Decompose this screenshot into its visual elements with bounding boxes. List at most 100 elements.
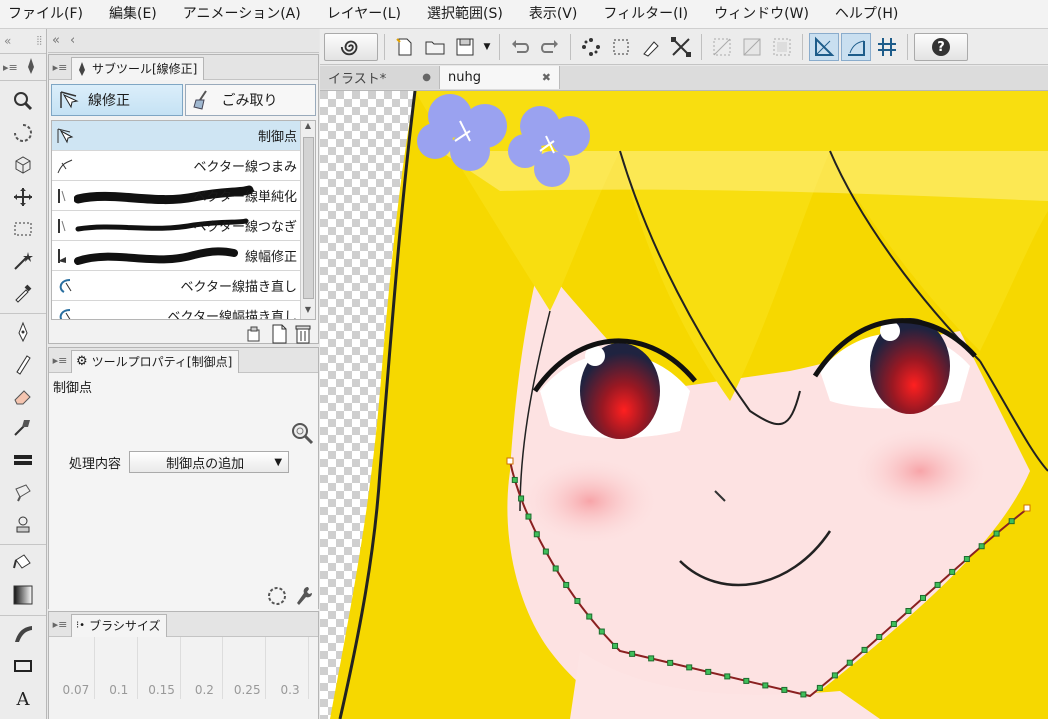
menu-grip-icon[interactable]: ▸≡ bbox=[49, 61, 71, 74]
scroll-thumb[interactable] bbox=[303, 137, 314, 299]
rotate-tool[interactable] bbox=[0, 117, 46, 149]
ruler-2-button[interactable] bbox=[738, 34, 766, 60]
subtool-item-vector-pinch[interactable]: ベクター線つまみ bbox=[52, 151, 315, 181]
control-point-handle[interactable] bbox=[963, 556, 970, 563]
menu-item[interactable]: アニメーション(A) bbox=[170, 0, 314, 28]
control-point-handle[interactable] bbox=[993, 530, 1000, 537]
stamp-tool[interactable] bbox=[0, 508, 46, 540]
move-tool[interactable] bbox=[0, 181, 46, 213]
ruler-tool[interactable] bbox=[0, 618, 46, 650]
magic-wand-tool[interactable] bbox=[0, 245, 46, 277]
control-point-handle[interactable] bbox=[934, 581, 941, 588]
control-point-handle[interactable] bbox=[905, 607, 912, 614]
clear-button[interactable] bbox=[577, 34, 605, 60]
brush-size-option[interactable]: 0.3 bbox=[272, 637, 310, 699]
brush-size-option[interactable]: 0.07 bbox=[58, 637, 95, 699]
bucket-tool[interactable] bbox=[0, 547, 46, 579]
collapse-icon[interactable]: « bbox=[4, 34, 11, 48]
collapse-icon[interactable]: « bbox=[52, 33, 60, 48]
subtool-item-line-width[interactable]: 線幅修正 bbox=[52, 241, 315, 271]
text-tool[interactable]: A bbox=[0, 682, 46, 714]
menu-grip-icon[interactable]: ▸≡ bbox=[49, 354, 71, 367]
control-point-handle[interactable] bbox=[686, 664, 693, 671]
brush-size-option[interactable]: 0.2 bbox=[186, 637, 224, 699]
pen-tool-icon[interactable] bbox=[24, 57, 38, 78]
save-dropdown[interactable]: ▼ bbox=[481, 34, 493, 60]
gradient-tool[interactable] bbox=[0, 579, 46, 611]
blend-tool[interactable] bbox=[0, 476, 46, 508]
control-point-handle[interactable] bbox=[563, 581, 570, 588]
group-line-correction[interactable]: 線修正 bbox=[51, 84, 183, 116]
menu-item[interactable]: フィルター(I) bbox=[590, 0, 701, 28]
shape-rect-tool[interactable] bbox=[0, 650, 46, 682]
control-point-handle[interactable] bbox=[876, 634, 883, 641]
control-point-handle[interactable] bbox=[890, 621, 897, 628]
pen-tool[interactable] bbox=[0, 316, 46, 348]
redo-button[interactable] bbox=[536, 34, 564, 60]
control-point-handle[interactable] bbox=[861, 646, 868, 653]
control-point-handle[interactable] bbox=[831, 672, 838, 679]
undo-button[interactable] bbox=[506, 34, 534, 60]
menu-item[interactable]: ヘルプ(H) bbox=[822, 0, 911, 28]
control-point-handle[interactable] bbox=[781, 686, 788, 693]
process-select[interactable]: 制御点の追加 ▼ bbox=[129, 451, 290, 473]
endpoint-handle[interactable] bbox=[506, 457, 514, 465]
new-button[interactable] bbox=[391, 34, 419, 60]
close-icon[interactable]: ✖ bbox=[542, 71, 551, 84]
control-point-handle[interactable] bbox=[518, 495, 525, 502]
control-point-handle[interactable] bbox=[629, 650, 636, 657]
endpoint-handle[interactable] bbox=[1023, 504, 1031, 512]
pencil-tool[interactable] bbox=[0, 348, 46, 380]
menu-item[interactable]: ウィンドウ(W) bbox=[701, 0, 822, 28]
subtool-item-vector-width-redraw[interactable]: ベクター線幅描き直し bbox=[52, 301, 315, 319]
rect-select-tool[interactable] bbox=[0, 213, 46, 245]
control-point-handle[interactable] bbox=[762, 682, 769, 689]
control-point-handle[interactable] bbox=[598, 628, 605, 635]
subtool-tab[interactable]: サブツール[線修正] bbox=[71, 56, 205, 80]
control-point-handle[interactable] bbox=[920, 594, 927, 601]
control-point-handle[interactable] bbox=[542, 548, 549, 555]
document-tab-illust[interactable]: イラスト* ● bbox=[320, 66, 440, 89]
canvas-area[interactable] bbox=[320, 91, 1048, 719]
control-point-handle[interactable] bbox=[612, 642, 619, 649]
snap-grid-button[interactable] bbox=[873, 34, 901, 60]
subtool-scrollbar[interactable]: ▲ ▼ bbox=[300, 121, 315, 319]
document-tab-nuhg[interactable]: nuhg ✖ bbox=[440, 66, 560, 89]
save-button[interactable] bbox=[451, 34, 479, 60]
subtool-item-control-point[interactable]: 制御点 bbox=[52, 121, 315, 151]
menu-item[interactable]: レイヤー(L) bbox=[314, 0, 414, 28]
clear-outside-button[interactable] bbox=[607, 34, 635, 60]
ruler-1-button[interactable] bbox=[708, 34, 736, 60]
new-subtool-icon[interactable] bbox=[270, 324, 288, 344]
control-point-handle[interactable] bbox=[800, 691, 807, 698]
control-point-handle[interactable] bbox=[816, 684, 823, 691]
control-point-handle[interactable] bbox=[705, 668, 712, 675]
control-point-handle[interactable] bbox=[743, 677, 750, 684]
brush-size-option[interactable]: 0.15 bbox=[144, 637, 181, 699]
copy-subtool-icon[interactable] bbox=[246, 325, 264, 343]
subtool-item-vector-join[interactable]: ベクター線つなぎ bbox=[52, 211, 315, 241]
control-point-handle[interactable] bbox=[552, 565, 559, 572]
control-point-handle[interactable] bbox=[586, 613, 593, 620]
brush-size-option[interactable]: 0.1 bbox=[101, 637, 138, 699]
control-point-handle[interactable] bbox=[978, 543, 985, 550]
menu-item[interactable]: 編集(E) bbox=[96, 0, 170, 28]
trash-icon[interactable] bbox=[294, 324, 312, 344]
control-point-handle[interactable] bbox=[533, 531, 540, 538]
open-button[interactable] bbox=[421, 34, 449, 60]
control-point-handle[interactable] bbox=[511, 476, 518, 483]
subtool-item-vector-redraw[interactable]: ベクター線描き直し bbox=[52, 271, 315, 301]
tool-property-tab[interactable]: ⚙ ツールプロパティ[制御点] bbox=[71, 349, 240, 373]
zoom-tool[interactable] bbox=[0, 85, 46, 117]
brush-tool[interactable] bbox=[0, 412, 46, 444]
reset-icon[interactable] bbox=[266, 585, 288, 607]
app-logo-button[interactable] bbox=[324, 32, 378, 61]
fill-black-tool[interactable] bbox=[0, 444, 46, 476]
menu-item[interactable]: 選択範囲(S) bbox=[414, 0, 516, 28]
control-point-handle[interactable] bbox=[949, 568, 956, 575]
menu-grip-icon[interactable]: ▸≡ bbox=[49, 618, 71, 631]
group-dust-removal[interactable]: ごみ取り bbox=[184, 84, 316, 116]
brush-size-tab[interactable]: ⁝• ブラシサイズ bbox=[71, 613, 168, 637]
control-point-handle[interactable] bbox=[1008, 518, 1015, 525]
transform-button[interactable] bbox=[667, 34, 695, 60]
